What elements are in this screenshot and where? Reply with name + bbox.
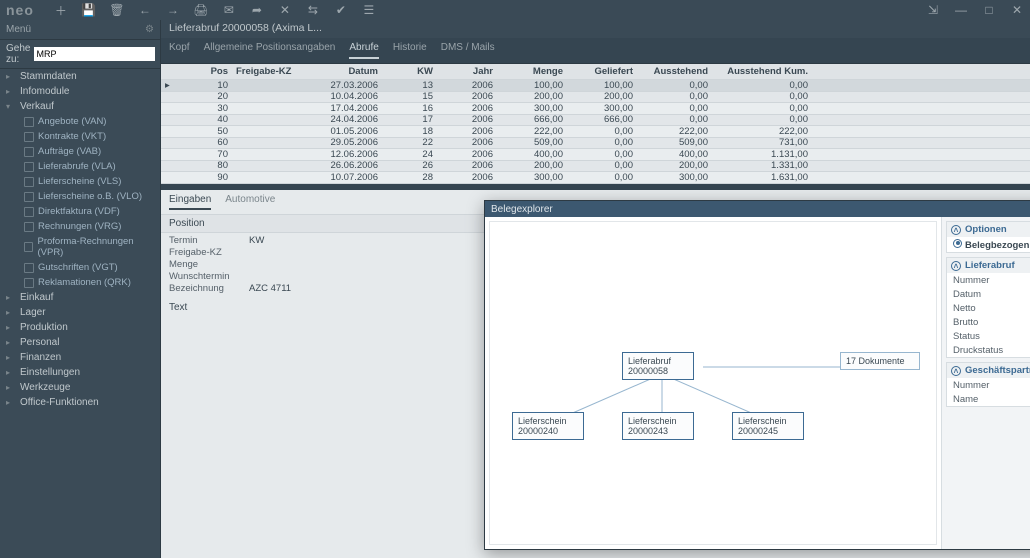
menu-title: Menü: [6, 24, 31, 35]
save-icon[interactable]: 💾: [82, 3, 96, 17]
calloff-grid[interactable]: PosFreigabe-KZDatumKWJahrMengeGeliefertA…: [161, 64, 1030, 184]
partner-title: Geschäftspartner: [965, 365, 1030, 376]
mail-icon[interactable]: ✉: [222, 3, 236, 17]
add-icon[interactable]: ＋: [54, 3, 68, 17]
field-wunsch-label: Wunschtermin: [169, 271, 249, 282]
goto-input[interactable]: [34, 47, 155, 61]
tab-abrufe[interactable]: Abrufe: [349, 42, 378, 59]
nav-einkauf[interactable]: ▸Einkauf: [0, 290, 160, 305]
minimize-icon[interactable]: —: [954, 3, 968, 17]
main-tabs: Kopf Allgemeine Positionsangaben Abrufe His…: [161, 38, 1030, 64]
dialog-title: Belegexplorer: [491, 204, 553, 215]
nav-office-funktionen[interactable]: ▸Office-Funktionen: [0, 395, 160, 410]
node-child-3[interactable]: Lieferschein20000245: [732, 412, 804, 440]
tab-allgemeine-positionsangaben[interactable]: Allgemeine Positionsangaben: [204, 42, 336, 59]
document-diagram[interactable]: Lieferabruf 20000058 17 Dokumente Liefer…: [489, 221, 937, 545]
node-child-2[interactable]: Lieferschein20000243: [622, 412, 694, 440]
radio-belegbezogen[interactable]: [953, 239, 962, 248]
goto-label: Gehe zu:: [6, 43, 30, 65]
sidebar: Menü ⚙ Gehe zu: ▸Stammdaten▸Infomodule▾V…: [0, 20, 161, 558]
nav-rechnungen-vrg-[interactable]: Rechnungen (VRG): [18, 219, 160, 234]
back-icon[interactable]: ←: [138, 3, 152, 17]
node-child-1[interactable]: Lieferschein20000240: [512, 412, 584, 440]
table-row[interactable]: 9010.07.2006282006300,000,00300,001.631,…: [161, 172, 1030, 184]
nav-lager[interactable]: ▸Lager: [0, 305, 160, 320]
top-toolbar: neo ＋ 💾 🗑 ← → 🖨 ✉ ➦ ✕ ⇆ ✔ ☰ ⇲ — □ ✕: [0, 0, 1030, 20]
menu-settings-icon[interactable]: ⚙: [145, 24, 154, 35]
app-logo: neo: [6, 2, 54, 18]
nav-finanzen[interactable]: ▸Finanzen: [0, 350, 160, 365]
node-root[interactable]: Lieferabruf 20000058: [622, 352, 694, 380]
nav-auftr-ge-vab-[interactable]: Aufträge (VAB): [18, 144, 160, 159]
nav-direktfaktura-vdf-[interactable]: Direktfaktura (VDF): [18, 204, 160, 219]
lower-tab-automotive[interactable]: Automotive: [225, 194, 275, 210]
field-kw-label: KW: [249, 235, 329, 246]
nav-stammdaten[interactable]: ▸Stammdaten: [0, 69, 160, 84]
nav-werkzeuge[interactable]: ▸Werkzeuge: [0, 380, 160, 395]
nav-verkauf[interactable]: ▾Verkauf: [0, 99, 160, 114]
field-termin-label: Termin: [169, 235, 249, 246]
print-icon[interactable]: 🖨: [194, 3, 208, 17]
nav-reklamationen-qrk-[interactable]: Reklamationen (QRK): [18, 275, 160, 290]
share-icon[interactable]: ➦: [250, 3, 264, 17]
lieferabruf-title: Lieferabruf: [965, 260, 1015, 271]
tab-kopf[interactable]: Kopf: [169, 42, 190, 59]
field-bezeichnung-label: Bezeichnung: [169, 283, 249, 294]
nav-proforma-rechnungen-vpr-[interactable]: Proforma-Rechnungen (VPR): [18, 234, 160, 260]
list-icon[interactable]: ☰: [362, 3, 376, 17]
nav-infomodule[interactable]: ▸Infomodule: [0, 84, 160, 99]
document-title: Lieferabruf 20000058 (Axima L...: [161, 20, 1030, 38]
tab-dms-mails[interactable]: DMS / Mails: [441, 42, 495, 59]
lower-tab-eingaben[interactable]: Eingaben: [169, 194, 211, 210]
belegexplorer-dialog: Belegexplorer ✕ Lieferabruf 20000058: [484, 200, 1030, 550]
nav-gutschriften-vgt-[interactable]: Gutschriften (VGT): [18, 260, 160, 275]
maximize-icon[interactable]: □: [982, 3, 996, 17]
nav-kontrakte-vkt-[interactable]: Kontrakte (VKT): [18, 129, 160, 144]
nav-lieferscheine-vls-[interactable]: Lieferscheine (VLS): [18, 174, 160, 189]
dialog-side-panel: ˄Optionen Belegbezogen Positionsbezogen …: [941, 217, 1030, 549]
nav-personal[interactable]: ▸Personal: [0, 335, 160, 350]
close-window-icon[interactable]: ✕: [1010, 3, 1024, 17]
field-freigabe-label: Freigabe-KZ: [169, 247, 249, 258]
tab-historie[interactable]: Historie: [393, 42, 427, 59]
cancel-icon[interactable]: ✕: [278, 3, 292, 17]
confirm-icon[interactable]: ✔: [334, 3, 348, 17]
options-title: Optionen: [965, 224, 1007, 235]
delete-icon[interactable]: 🗑: [110, 3, 124, 17]
nav-lieferabrufe-vla-[interactable]: Lieferabrufe (VLA): [18, 159, 160, 174]
detach-icon[interactable]: ⇲: [926, 3, 940, 17]
field-menge-label: Menge: [169, 259, 249, 270]
nav-angebote-van-[interactable]: Angebote (VAN): [18, 114, 160, 129]
nav-produktion[interactable]: ▸Produktion: [0, 320, 160, 335]
forward-icon[interactable]: →: [166, 3, 180, 17]
node-documents[interactable]: 17 Dokumente: [840, 352, 920, 370]
field-bezeichnung-value: AZC 4711: [249, 283, 329, 294]
branch-icon[interactable]: ⇆: [306, 3, 320, 17]
nav-lieferscheine-o-b-vlo-[interactable]: Lieferscheine o.B. (VLO): [18, 189, 160, 204]
nav-einstellungen[interactable]: ▸Einstellungen: [0, 365, 160, 380]
